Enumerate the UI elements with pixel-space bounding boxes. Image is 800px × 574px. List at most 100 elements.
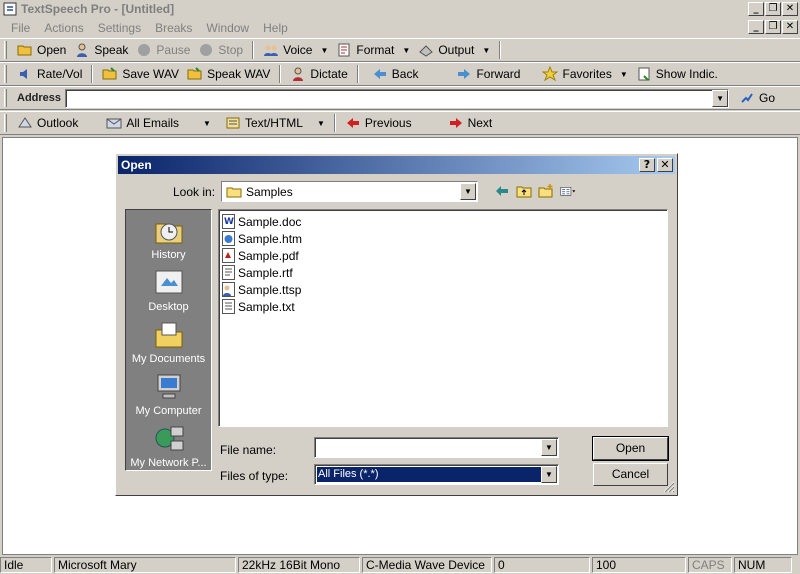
status-num: NUM	[734, 557, 792, 573]
file-item[interactable]: Sample.pdf	[221, 247, 665, 264]
speak-wav-button[interactable]: Speak WAV	[183, 64, 274, 84]
back-icon[interactable]	[494, 183, 510, 199]
show-indic-button[interactable]: Show Indic.	[632, 64, 722, 84]
open-dialog-button[interactable]: Open	[592, 436, 669, 461]
dialog-title: Open	[121, 158, 152, 172]
file-type-select[interactable]: All Files (*.*) ▼	[314, 464, 559, 485]
go-label: Go	[759, 91, 776, 105]
back-button[interactable]: Back	[368, 64, 423, 84]
menu-actions[interactable]: Actions	[37, 21, 90, 35]
chevron-down-icon: ▼	[402, 45, 411, 55]
file-name-input[interactable]: ▼	[314, 437, 559, 458]
open-button[interactable]: Open	[13, 40, 70, 60]
email-icon	[106, 118, 122, 129]
file-type-dropdown-button[interactable]: ▼	[541, 466, 557, 483]
up-folder-icon[interactable]	[516, 183, 532, 199]
file-list[interactable]: W Sample.doc Sample.htm Sample.pdf Sampl…	[218, 209, 668, 427]
file-name: Sample.rtf	[238, 265, 293, 280]
toolbar-grip[interactable]	[4, 114, 7, 132]
outlook-icon	[18, 117, 32, 128]
file-name-label: File name:	[220, 443, 277, 457]
dictate-button[interactable]: Dictate	[286, 64, 351, 84]
rate-vol-button[interactable]: Rate/Vol	[13, 64, 86, 84]
document-icon	[638, 67, 650, 81]
menu-help[interactable]: Help	[256, 21, 295, 35]
file-item[interactable]: Sample.htm	[221, 230, 665, 247]
file-name: Sample.txt	[238, 299, 295, 314]
file-name: Sample.doc	[238, 214, 302, 229]
cancel-button[interactable]: Cancel	[593, 463, 668, 486]
menu-breaks[interactable]: Breaks	[148, 21, 199, 35]
dialog-close-button[interactable]: ✕	[657, 158, 673, 172]
word-doc-icon: W	[222, 214, 235, 229]
place-my-network[interactable]: My Network P...	[126, 424, 211, 469]
pause-button[interactable]: Pause	[132, 40, 194, 60]
look-in-dropdown-button[interactable]: ▼	[460, 183, 476, 200]
file-name-dropdown-button[interactable]: ▼	[541, 439, 557, 456]
view-menu-icon[interactable]	[560, 183, 576, 199]
outlook-button[interactable]: Outlook	[13, 113, 82, 133]
chevron-down-icon: ▼	[482, 45, 491, 55]
history-icon	[155, 223, 182, 244]
speak-button[interactable]: Speak	[70, 40, 132, 60]
look-in-combo[interactable]: Samples ▼	[221, 181, 478, 202]
file-item[interactable]: Sample.rtf	[221, 264, 665, 281]
forward-button[interactable]: Forward	[452, 64, 524, 84]
toolbar-grip[interactable]	[4, 41, 7, 59]
minimize-button[interactable]: _	[748, 2, 764, 16]
place-history[interactable]: History	[126, 216, 211, 261]
output-button[interactable]: Output ▼	[414, 40, 494, 60]
doc-minimize-button[interactable]: _	[748, 20, 764, 34]
forward-label: Forward	[476, 67, 521, 81]
speaker-icon	[20, 69, 27, 79]
menu-file[interactable]: File	[4, 21, 37, 35]
next-button[interactable]: Next	[444, 113, 497, 133]
go-icon	[741, 93, 753, 103]
doc-restore-button[interactable]: ❐	[765, 20, 781, 34]
stop-button[interactable]: Stop	[194, 40, 247, 60]
arrow-left-icon	[373, 69, 386, 79]
look-in-value: Samples	[246, 184, 293, 199]
status-bar: Idle Microsoft Mary 22kHz 16Bit Mono C-M…	[0, 556, 800, 574]
format-button[interactable]: Format ▼	[332, 40, 414, 60]
file-item[interactable]: Sample.ttsp	[221, 281, 665, 298]
voice-button[interactable]: Voice ▼	[259, 40, 332, 60]
address-dropdown-button[interactable]: ▼	[712, 89, 729, 107]
save-wav-button[interactable]: Save WAV	[98, 64, 183, 84]
file-item[interactable]: Sample.txt	[221, 298, 665, 315]
place-my-computer[interactable]: My Computer	[126, 372, 211, 417]
place-my-documents[interactable]: My Documents	[126, 320, 211, 365]
go-button[interactable]: Go	[735, 88, 779, 108]
restore-button[interactable]: ❐	[765, 2, 781, 16]
stop-icon	[200, 44, 213, 56]
text-html-button[interactable]: Text/HTML ▼	[221, 113, 329, 133]
new-folder-icon[interactable]	[538, 183, 554, 199]
svg-text:W: W	[224, 217, 234, 227]
menu-settings[interactable]: Settings	[91, 21, 148, 35]
save-wav-label: Save WAV	[122, 67, 180, 81]
file-item[interactable]: W Sample.doc	[221, 213, 665, 230]
previous-button[interactable]: Previous	[341, 113, 416, 133]
menu-window[interactable]: Window	[199, 21, 256, 35]
place-history-label: History	[151, 249, 186, 261]
resize-grip-icon[interactable]	[663, 481, 675, 493]
chevron-down-icon: ▼	[203, 118, 211, 128]
open-dialog: Open ? ✕ Look in: Samples ▼ History Desk…	[115, 153, 678, 496]
place-desktop[interactable]: Desktop	[126, 268, 211, 313]
all-emails-button[interactable]: All Emails ▼	[102, 113, 215, 133]
doc-close-button[interactable]: ✕	[782, 20, 798, 34]
address-label: Address	[17, 92, 62, 104]
chevron-down-icon: ▼	[619, 69, 628, 79]
file-name: Sample.htm	[238, 231, 303, 246]
favorites-button[interactable]: Favorites ▼	[538, 64, 631, 84]
folder-icon	[226, 187, 242, 197]
address-input[interactable]: ▼	[65, 88, 730, 108]
toolbar-grip[interactable]	[4, 89, 7, 107]
ttsp-file-icon	[222, 282, 235, 297]
status-audio-device: C-Media Wave Device	[362, 557, 492, 573]
menu-bar: File Actions Settings Breaks Window Help…	[0, 18, 800, 38]
toolbar-grip[interactable]	[4, 65, 7, 83]
close-button[interactable]: ✕	[782, 2, 798, 16]
text-file-icon	[222, 299, 235, 314]
help-button[interactable]: ?	[639, 158, 655, 172]
